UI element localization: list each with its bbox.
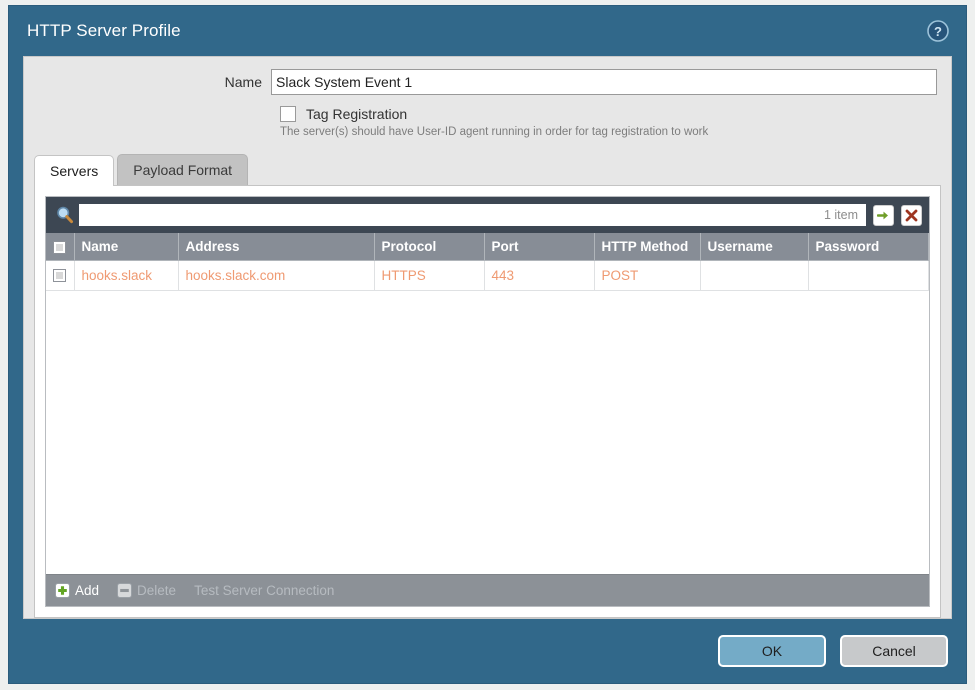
servers-table: Name Address Protocol Port HTTP Method U… — [46, 233, 929, 291]
help-circle-icon[interactable]: ? — [927, 20, 949, 42]
svg-text:?: ? — [934, 24, 942, 39]
row-select-cell[interactable] — [46, 260, 75, 291]
test-server-connection-button[interactable]: Test Server Connection — [194, 583, 334, 598]
cell-address: hooks.slack.com — [178, 260, 375, 291]
select-all-checkbox[interactable] — [53, 240, 67, 254]
tag-registration-row: Tag Registration — [24, 106, 951, 122]
cell-username — [700, 260, 809, 291]
tabstrip: Servers Payload Format — [24, 154, 951, 186]
tag-registration-label: Tag Registration — [306, 106, 408, 122]
column-header-name[interactable]: Name — [74, 233, 179, 261]
column-header-address[interactable]: Address — [178, 233, 375, 261]
add-button[interactable]: Add — [55, 583, 99, 598]
column-header-username[interactable]: Username — [700, 233, 809, 261]
servers-grid: 1 item Name Address Protocol Port HTTP M… — [45, 196, 930, 607]
name-label: Name — [224, 74, 262, 90]
plus-icon — [55, 583, 70, 598]
cell-password — [808, 260, 929, 291]
dialog-body-panel: Name Tag Registration The server(s) shou… — [23, 56, 952, 619]
name-input[interactable] — [271, 69, 937, 95]
cell-http-method: POST — [594, 260, 701, 291]
minus-icon — [117, 583, 133, 598]
grid-toolbar: Add Delete Test Server Connection — [46, 574, 929, 606]
apply-filter-button[interactable] — [873, 204, 894, 226]
grid-search-bar: 1 item — [46, 197, 929, 233]
dialog-footer: OK Cancel — [9, 619, 966, 683]
dialog-titlebar: HTTP Server Profile ? — [9, 6, 966, 56]
grid-table-scroll: Name Address Protocol Port HTTP Method U… — [46, 233, 929, 574]
delete-button[interactable]: Delete — [117, 583, 176, 598]
column-header-protocol[interactable]: Protocol — [374, 233, 485, 261]
magnifier-icon — [55, 205, 75, 225]
tag-registration-checkbox[interactable] — [280, 106, 296, 122]
row-select-checkbox[interactable] — [53, 269, 67, 283]
grid-search-input[interactable]: 1 item — [79, 204, 866, 226]
tab-content-servers: 1 item Name Address Protocol Port HTTP M… — [34, 185, 941, 618]
tab-payload-format[interactable]: Payload Format — [117, 154, 249, 185]
column-header-password[interactable]: Password — [808, 233, 929, 261]
delete-button-label: Delete — [137, 583, 177, 598]
test-server-connection-label: Test Server Connection — [194, 583, 335, 598]
table-header-row: Name Address Protocol Port HTTP Method U… — [46, 233, 929, 261]
name-field-row: Name — [24, 57, 951, 95]
cell-port: 443 — [484, 260, 595, 291]
cancel-button[interactable]: Cancel — [840, 635, 948, 667]
ok-button[interactable]: OK — [718, 635, 826, 667]
select-all-header[interactable] — [46, 233, 75, 261]
add-button-label: Add — [75, 583, 100, 598]
tag-registration-hint: The server(s) should have User-ID agent … — [280, 126, 709, 138]
item-count-label: 1 item — [823, 208, 858, 222]
clear-filter-button[interactable] — [901, 204, 922, 226]
cell-protocol: HTTPS — [374, 260, 485, 291]
page-title: HTTP Server Profile — [27, 21, 181, 40]
column-header-port[interactable]: Port — [484, 233, 595, 261]
column-header-http-method[interactable]: HTTP Method — [594, 233, 701, 261]
table-row[interactable]: hooks.slack hooks.slack.com HTTPS 443 PO… — [46, 260, 929, 291]
tab-servers[interactable]: Servers — [34, 155, 115, 186]
cell-name: hooks.slack — [74, 260, 179, 291]
http-server-profile-dialog: HTTP Server Profile ? Name Tag Registrat… — [8, 5, 967, 684]
